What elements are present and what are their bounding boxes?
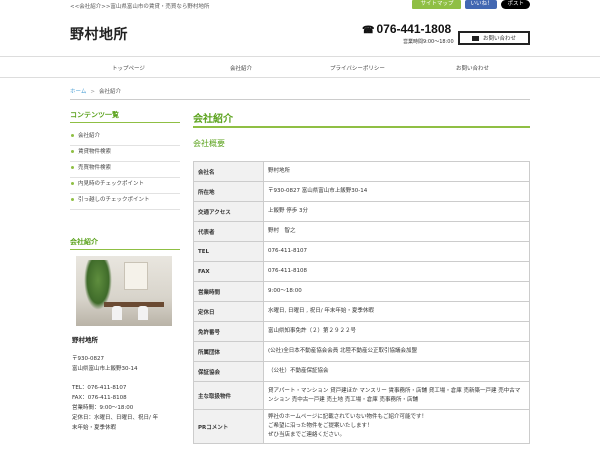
row-value: 富山県知事免許（２）第２９２２号: [263, 321, 530, 342]
table-row: 保証協会 （公社）不動産保証協会: [193, 361, 530, 382]
row-value: （公社）不動産保証協会: [263, 361, 530, 382]
mail-icon: [471, 35, 479, 41]
breadcrumb-separator: >: [90, 89, 95, 95]
global-nav: トップページ 会社紹介 プライバシーポリシー お問い合わせ: [0, 56, 600, 78]
sidebar-item-rental-search[interactable]: 賃貸物件検索: [70, 146, 180, 162]
sitemap-button[interactable]: サイトマップ: [412, 0, 462, 9]
row-value: (公社)全日本不動産協会会員 北陸不動産公正取引協議会加盟: [263, 341, 530, 362]
sidebar-company-rule: [70, 249, 180, 250]
phone-icon: ☎: [362, 25, 375, 36]
row-label: 主な取扱物件: [193, 381, 264, 410]
row-label: 保証協会: [193, 361, 264, 382]
office-holiday: 定休日：水曜日、日曜日、祝日/ 年: [72, 415, 159, 421]
row-value: 上飯野 停歩 3分: [263, 201, 530, 222]
office-postal: 〒930-0827: [72, 356, 104, 362]
phone-number[interactable]: ☎ 076-441-1808: [362, 22, 451, 36]
nav-item-privacy[interactable]: プライバシーポリシー: [330, 64, 385, 72]
table-row: 定休日 水曜日, 日曜日 , 祝日/ 年末年始・夏季休暇: [193, 301, 530, 322]
row-label: 交通アクセス: [193, 201, 264, 222]
office-hours: 営業時間：9:00～18:00: [72, 405, 134, 411]
company-info-table: 会社名 野村地所 所在地 〒930-0827 富山県富山市上飯野30-14 交通アク…: [193, 161, 530, 444]
nav-item-company[interactable]: 会社紹介: [230, 64, 252, 72]
row-label: 所在地: [193, 181, 264, 202]
table-row: 免許番号 富山県知事免許（２）第２９２２号: [193, 321, 530, 342]
row-label: 所属団体: [193, 341, 264, 362]
row-value: 水曜日, 日曜日 , 祝日/ 年末年始・夏季休暇: [263, 301, 530, 322]
site-tagline: <<会社紹介>>富山県富山市の賃貸・売買なら野村地所: [70, 4, 210, 10]
x-post-button[interactable]: ポスト: [501, 0, 530, 9]
section-title: 会社概要: [193, 139, 225, 148]
row-label: FAX: [193, 261, 264, 282]
row-label: 会社名: [193, 161, 264, 182]
business-hours: 営業時間9:00～18:00: [403, 39, 454, 45]
breadcrumb-current: 会社紹介: [98, 89, 121, 95]
breadcrumb: ホーム > 会社紹介: [70, 87, 121, 95]
table-row: 営業時間 9:00～18:00: [193, 281, 530, 302]
nav-item-contact[interactable]: お問い合わせ: [456, 64, 489, 72]
row-value: 〒930-0827 富山県富山市上飯野30-14: [263, 181, 530, 202]
page-title-rule: [193, 126, 530, 128]
office-fax: FAX：076-411-8108: [72, 395, 127, 401]
table-row: 交通アクセス 上飯野 停歩 3分: [193, 201, 530, 222]
row-label: 免許番号: [193, 321, 264, 342]
row-label: 営業時間: [193, 281, 264, 302]
table-row: TEL 076-411-8107: [193, 241, 530, 262]
table-row: FAX 076-411-8108: [193, 261, 530, 282]
breadcrumb-home[interactable]: ホーム: [70, 89, 86, 95]
office-name: 野村地所: [72, 336, 98, 344]
sidebar-heading-rule: [70, 122, 180, 123]
table-row: 主な取扱物件 貸アパート・マンション 貸戸建ほか マンスリー 賃事務所・店舗 貸工…: [193, 381, 530, 410]
sidebar-contents-heading: コンテンツ一覧: [70, 111, 119, 119]
row-value: 9:00～18:00: [263, 281, 530, 302]
top-button-group: サイトマップ いいね！ ポスト: [412, 0, 530, 9]
row-value: 弊社のホームページに記載されていない物件もご紹介可能です！ ご希望に沿った物件を…: [263, 409, 530, 444]
row-label: TEL: [193, 241, 264, 262]
table-row: PRコメント 弊社のホームページに記載されていない物件もご紹介可能です！ ご希望に…: [193, 409, 530, 444]
table-row: 代表者 野村 智之: [193, 221, 530, 242]
row-value: 野村 智之: [263, 221, 530, 242]
row-value: 076-411-8108: [263, 261, 530, 282]
row-value: 貸アパート・マンション 貸戸建ほか マンスリー 賃事務所・店舗 貸工場・倉庫 売…: [263, 381, 530, 410]
sidebar-menu: 会社紹介 賃貸物件検索 売買物件検索 内見時のチェックポイント 引っ越しのチェッ…: [70, 130, 180, 210]
site-logo[interactable]: 野村地所: [70, 24, 128, 44]
office-photo: [76, 256, 172, 326]
contact-button-label: お問い合わせ: [482, 36, 516, 42]
contact-button[interactable]: お問い合わせ: [458, 31, 530, 45]
table-row: 会社名 野村地所: [193, 161, 530, 182]
sidebar-company-heading: 会社紹介: [70, 238, 98, 246]
row-label: PRコメント: [193, 409, 264, 444]
sidebar-item-sale-search[interactable]: 売買物件検索: [70, 162, 180, 178]
sidebar-item-company[interactable]: 会社紹介: [70, 130, 180, 146]
row-label: 代表者: [193, 221, 264, 242]
sidebar-item-moving-checkpoints[interactable]: 引っ越しのチェックポイント: [70, 194, 180, 210]
nav-item-top[interactable]: トップページ: [112, 64, 145, 72]
page-title: 会社紹介: [193, 114, 233, 125]
row-value: 076-411-8107: [263, 241, 530, 262]
breadcrumb-divider: [70, 99, 530, 100]
sidebar-item-viewing-checkpoints[interactable]: 内見時のチェックポイント: [70, 178, 180, 194]
table-row: 所属団体 (公社)全日本不動産協会会員 北陸不動産公正取引協議会加盟: [193, 341, 530, 362]
office-address: 富山県富山市上飯野30-14: [72, 366, 138, 372]
row-label: 定休日: [193, 301, 264, 322]
facebook-like-button[interactable]: いいね！: [465, 0, 498, 9]
office-holiday-cont: 末年始・夏季休暇: [72, 425, 117, 431]
row-value: 野村地所: [263, 161, 530, 182]
phone-number-text: 076-441-1808: [376, 22, 452, 36]
table-row: 所在地 〒930-0827 富山県富山市上飯野30-14: [193, 181, 530, 202]
office-tel: TEL：076-411-8107: [72, 385, 127, 391]
